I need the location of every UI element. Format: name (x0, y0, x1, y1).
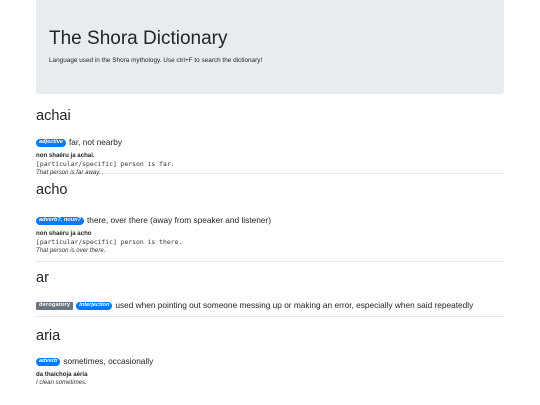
pos-badge: interjection (76, 301, 113, 310)
register-badge: derogatory (36, 301, 74, 310)
dictionary-entry: acho adverb?, noun? there, over there (a… (36, 174, 504, 262)
definition-line: adverb?, noun? there, over there (away f… (36, 215, 504, 226)
entry-definition: far, not nearby (68, 137, 122, 147)
entry-definition: used when pointing out someone messing u… (115, 300, 474, 310)
entry-word: achai (36, 108, 71, 124)
entry-word: aria (36, 328, 61, 344)
page-title: The Shora Dictionary (49, 28, 228, 49)
pos-badge: adverb (36, 357, 61, 366)
entry-word: ar (36, 270, 49, 286)
entry-definition: there, over there (away from speaker and… (86, 215, 271, 225)
example-source: da thaichoja aéria (36, 371, 88, 378)
pos-badge: adjective (36, 138, 66, 147)
example-gloss: [particular/specific] person is there. (36, 238, 183, 246)
entry-definition: sometimes, occasionally (63, 356, 154, 366)
definition-line: adjective far, not nearby (36, 137, 504, 148)
header-banner: The Shora Dictionary Language used in th… (36, 0, 504, 94)
example-translation: That person is over there. (36, 246, 106, 254)
dictionary-entry: aria adverb sometimes, occasionally da t… (36, 317, 504, 386)
page-container: The Shora Dictionary Language used in th… (36, 0, 504, 386)
example-translation: I clean sometimes. (36, 379, 87, 386)
example-source: non shaéru ja acho (36, 230, 92, 237)
example-gloss: [particular/specific] person is far. (36, 160, 175, 168)
definition-line: derogatory interjection used when pointi… (36, 300, 504, 311)
dictionary-entry: ar derogatory interjection used when poi… (36, 262, 504, 317)
page-subtitle: Language used in the Shora mythology. Us… (49, 57, 263, 64)
dictionary-entry: achai adjective far, not nearby non shaé… (36, 94, 504, 176)
definition-line: adverb sometimes, occasionally (36, 356, 504, 367)
pos-badge: adverb?, noun? (36, 216, 84, 225)
entry-word: acho (36, 182, 68, 198)
example-source: non shaéru ja achai. (36, 152, 95, 159)
